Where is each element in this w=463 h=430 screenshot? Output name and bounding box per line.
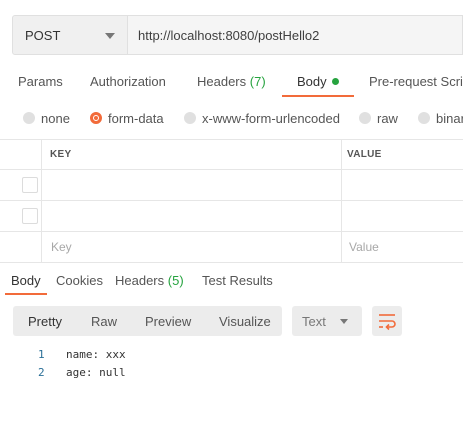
radio-circle [359,112,371,124]
tab-pre-request-script[interactable]: Pre-request Script [369,74,463,89]
radio-circle-selected [90,112,102,124]
value-cell-input[interactable] [342,201,463,231]
chevron-down-icon [105,33,115,39]
divider [0,262,463,263]
tab-authorization[interactable]: Authorization [90,74,166,89]
method-select[interactable]: POST [12,15,128,55]
preview-button[interactable]: Preview [145,314,191,329]
radio-circle [184,112,196,124]
format-select[interactable]: Text [292,306,362,336]
key-input-placeholder[interactable]: Key [51,240,72,254]
method-label: POST [25,28,61,43]
response-tab-test-results[interactable]: Test Results [202,273,273,288]
headers-count-badge: (7) [249,74,266,89]
divider [0,139,463,140]
radio-label: form-data [108,111,164,126]
radio-circle [23,112,35,124]
response-tab-headers[interactable]: Headers (5) [115,273,184,288]
view-mode-group: Pretty Raw Preview Visualize [13,306,282,336]
radio-form-data[interactable]: form-data [90,111,170,127]
tab-headers-label: Headers [197,74,247,89]
response-tab-headers-label: Headers [115,273,165,288]
url-value: http://localhost:8080/postHello2 [138,28,320,43]
key-column-header: KEY [50,149,72,160]
key-cell-input[interactable] [42,201,341,231]
response-tab-body[interactable]: Body [11,273,41,288]
radio-label: x-www-form-urlencoded [202,111,340,126]
response-headers-count-badge: (5) [167,273,184,288]
radio-none[interactable]: none [23,111,73,127]
radio-urlencoded[interactable]: x-www-form-urlencoded [184,111,344,127]
chevron-down-icon [340,319,348,324]
value-column-header: VALUE [347,149,382,160]
radio-label: none [41,111,70,126]
tab-headers[interactable]: Headers (7) [197,74,266,89]
response-body-editor[interactable]: 1 name: xxx 2 age: null [0,348,463,388]
format-label: Text [302,314,326,329]
url-input[interactable]: http://localhost:8080/postHello2 [128,15,463,55]
radio-binary[interactable]: binary [418,111,463,127]
tab-body-label: Body [297,74,327,89]
wrap-lines-button[interactable] [372,306,402,336]
raw-button[interactable]: Raw [91,314,117,329]
line-number: 1 [38,348,45,361]
form-data-table: KEY VALUE Key Value [0,139,463,263]
active-tab-indicator [282,95,354,97]
value-input-placeholder[interactable]: Value [349,240,379,254]
radio-label: raw [377,111,398,126]
radio-label: binary [436,111,463,126]
active-response-tab-indicator [5,293,47,295]
code-line: name: xxx [66,348,126,361]
key-cell-input[interactable] [42,170,341,200]
radio-circle [418,112,430,124]
divider [0,231,463,232]
tab-body[interactable]: Body [297,74,339,89]
line-number: 2 [38,366,45,379]
radio-raw[interactable]: raw [359,111,404,127]
row-checkbox[interactable] [22,208,38,224]
code-line: age: null [66,366,126,379]
row-checkbox[interactable] [22,177,38,193]
value-cell-input[interactable] [342,170,463,200]
tab-params[interactable]: Params [18,74,63,89]
visualize-button[interactable]: Visualize [219,314,271,329]
body-indicator-dot [331,78,339,85]
wrap-lines-icon [379,314,396,331]
pretty-button[interactable]: Pretty [28,314,62,329]
response-tab-cookies[interactable]: Cookies [56,273,103,288]
